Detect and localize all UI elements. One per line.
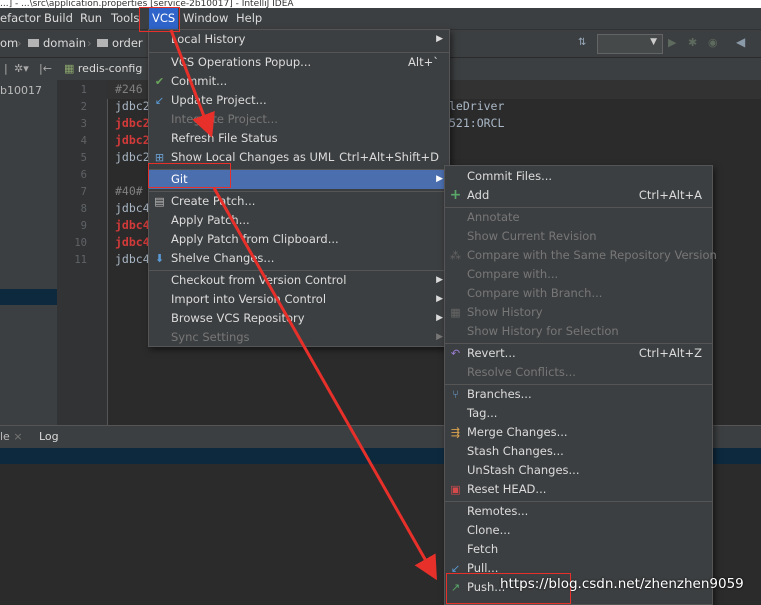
arrow-vcs-to-git [169,29,215,138]
arrow-git-to-push [212,187,437,581]
annotation-arrows [169,29,437,581]
watermark-text: https://blog.csdn.net/zhenzhen9059 [500,576,744,592]
